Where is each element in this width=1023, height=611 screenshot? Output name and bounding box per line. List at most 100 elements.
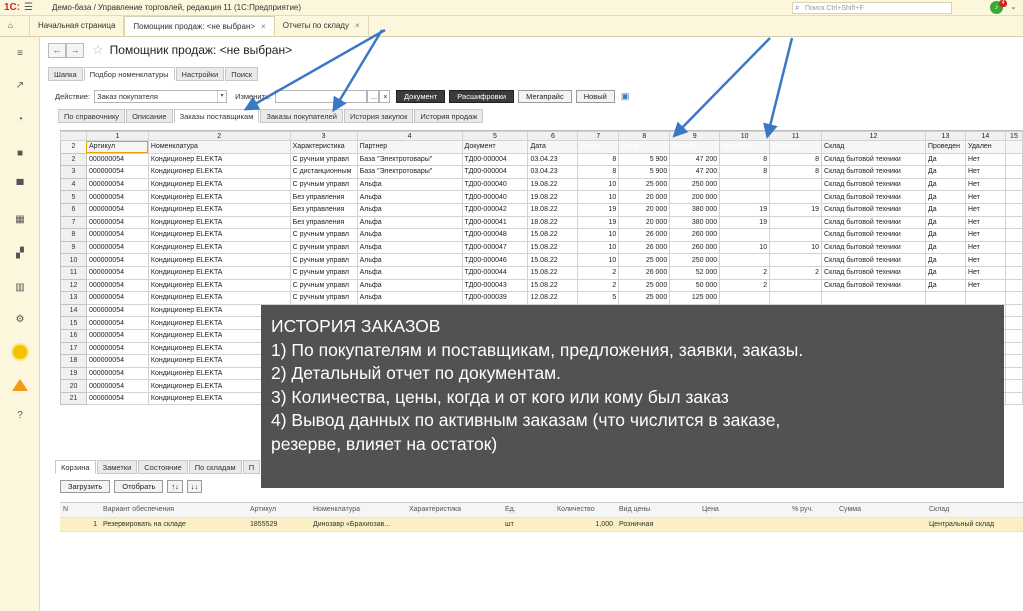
table-cell[interactable]: 000000054 xyxy=(85,291,149,305)
table-cell[interactable]: 2 xyxy=(719,265,771,280)
row-number[interactable]: 9 xyxy=(60,240,87,255)
column-number[interactable]: 10 xyxy=(719,131,771,141)
row-number[interactable]: 5 xyxy=(60,190,87,204)
cart-column-header[interactable]: N xyxy=(60,503,100,518)
warning-triangle-icon[interactable] xyxy=(12,379,28,391)
row-number[interactable]: 4 xyxy=(60,177,87,192)
table-cell[interactable]: ТД00-000004 xyxy=(461,165,529,179)
table-cell[interactable]: Без управления xyxy=(289,190,358,204)
column-number[interactable]: 9 xyxy=(669,131,721,141)
row-number[interactable]: 15 xyxy=(60,316,87,330)
table-cell[interactable]: 19 xyxy=(577,202,620,217)
chevron-down-icon[interactable]: ⌄ xyxy=(1010,2,1017,11)
cart-icon[interactable]: ▀ xyxy=(13,179,27,193)
table-cell[interactable]: Альфа xyxy=(356,265,463,280)
tab-state[interactable]: Состояние xyxy=(138,460,188,474)
table-cell[interactable]: 000000054 xyxy=(85,278,149,293)
table-cell[interactable]: 15.08.22 xyxy=(527,253,579,267)
table-cell[interactable]: Да xyxy=(924,265,966,280)
table-cell[interactable]: ТД00-000041 xyxy=(461,215,529,230)
table-cell[interactable]: 20 000 xyxy=(618,202,671,217)
column-number[interactable]: 12 xyxy=(821,131,926,141)
table-cell[interactable]: С ручным управл xyxy=(289,265,358,280)
table-cell[interactable]: 15.08.22 xyxy=(527,228,579,242)
table-cell[interactable]: 000000054 xyxy=(85,366,149,381)
calendar-icon[interactable]: ▣ xyxy=(621,91,630,102)
table-cell[interactable]: 47 200 xyxy=(669,152,721,167)
forward-button[interactable]: → xyxy=(66,42,84,58)
tab-home-page[interactable]: Начальная страница xyxy=(30,16,125,36)
cart-column-header[interactable]: Вид цены xyxy=(616,503,699,518)
table-cell[interactable]: 8 xyxy=(769,152,823,167)
table-cell[interactable]: 26 000 xyxy=(618,240,671,255)
column-header[interactable]: Номенклатура xyxy=(147,140,291,154)
row-number[interactable]: 10 xyxy=(60,253,87,267)
table-cell[interactable] xyxy=(769,291,823,305)
bar-chart-icon[interactable]: ▥ xyxy=(13,281,27,295)
cart-row[interactable]: 1 Резервировать на складе 1855529 Динозавр … xyxy=(60,517,1023,532)
column-number[interactable]: 5 xyxy=(461,131,529,141)
star-icon[interactable]: ☆ xyxy=(92,42,104,58)
column-header[interactable]: Артикул xyxy=(85,140,149,154)
new-button[interactable]: Новый xyxy=(575,89,615,103)
table-cell[interactable]: ТД00-000048 xyxy=(461,228,529,242)
table-cell[interactable]: 000000054 xyxy=(85,265,149,280)
table-cell[interactable] xyxy=(769,228,823,242)
table-cell[interactable]: Кондиционер ELEKTA xyxy=(147,265,291,280)
table-cell[interactable]: 260 000 xyxy=(669,240,721,255)
table-cell[interactable]: Склад бытовой техники xyxy=(821,190,926,204)
column-header[interactable]: Партнер xyxy=(356,140,463,154)
table-row[interactable]: 10 000000054 Кондиционер ELEKTA С ручным уп… xyxy=(60,253,1023,267)
table-cell[interactable]: 03.04.23 xyxy=(527,152,579,167)
table-cell[interactable]: 10 xyxy=(577,240,620,255)
table-cell[interactable]: ТД00-000046 xyxy=(461,253,529,267)
table-cell[interactable]: 50 000 xyxy=(669,278,721,293)
table-cell[interactable]: Нет xyxy=(964,177,1006,192)
table-cell[interactable]: 000000054 xyxy=(85,253,149,267)
row-number[interactable]: 18 xyxy=(60,354,87,368)
tab-description[interactable]: Описание xyxy=(126,109,173,123)
row-number[interactable]: 8 xyxy=(60,228,87,242)
row-number[interactable]: 7 xyxy=(60,215,87,230)
table-cell[interactable]: 15.08.22 xyxy=(527,265,579,280)
boxes-icon[interactable]: ▞ xyxy=(13,247,27,261)
column-header[interactable]: Сумма xyxy=(669,140,721,154)
table-cell[interactable]: С ручным управл xyxy=(289,240,358,255)
table-cell[interactable]: 25 000 xyxy=(618,253,671,267)
column-number[interactable]: 3 xyxy=(289,131,358,141)
row-number[interactable]: 11 xyxy=(60,265,87,280)
table-cell[interactable] xyxy=(719,253,771,267)
table-cell[interactable]: Альфа xyxy=(356,177,463,192)
table-cell[interactable]: 000000054 xyxy=(85,190,149,204)
tab-warehouse-reports[interactable]: Отчеты по складу × xyxy=(275,16,369,36)
table-cell[interactable]: 5 900 xyxy=(618,165,671,179)
table-cell[interactable]: ТД00-000040 xyxy=(461,190,529,204)
table-row[interactable]: 2 000000054 Кондиционер ELEKTA С ручным упр… xyxy=(60,152,1023,167)
bag-icon[interactable]: ■ xyxy=(13,147,27,161)
table-cell[interactable]: 250 000 xyxy=(669,253,721,267)
column-number[interactable]: 11 xyxy=(769,131,823,141)
table-cell[interactable]: Склад бытовой техники xyxy=(821,228,926,242)
table-cell[interactable]: 19 xyxy=(719,202,771,217)
table-cell[interactable]: Без управления xyxy=(289,202,358,217)
table-cell[interactable]: 18.08.22 xyxy=(527,215,579,230)
table-cell[interactable]: 10 xyxy=(577,253,620,267)
table-cell[interactable]: Да xyxy=(924,228,966,242)
cart-cell[interactable]: 1855529 xyxy=(247,517,310,532)
cart-cell[interactable]: Розничная xyxy=(616,517,699,532)
table-cell[interactable]: Склад бытовой техники xyxy=(821,152,926,167)
table-cell[interactable]: Да xyxy=(924,278,966,293)
table-cell[interactable]: 12.08.22 xyxy=(527,291,579,305)
table-cell[interactable]: 10 xyxy=(577,228,620,242)
table-cell[interactable]: 10 xyxy=(769,240,823,255)
table-row[interactable]: 11 000000054 Кондиционер ELEKTA С ручным уп… xyxy=(60,265,1023,280)
column-header[interactable]: Цена xyxy=(618,140,671,154)
pie-chart-icon[interactable]: ◔ xyxy=(13,113,27,127)
table-cell[interactable]: 26 000 xyxy=(618,228,671,242)
table-cell[interactable]: Кондиционер ELEKTA xyxy=(147,278,291,293)
back-button[interactable]: ← xyxy=(48,42,66,58)
column-number[interactable]: 7 xyxy=(577,131,620,141)
table-cell[interactable]: 19 xyxy=(577,215,620,230)
cart-column-header[interactable]: Склад xyxy=(926,503,1023,518)
table-row[interactable]: 4 000000054 Кондиционер ELEKTA С ручным упр… xyxy=(60,177,1023,192)
